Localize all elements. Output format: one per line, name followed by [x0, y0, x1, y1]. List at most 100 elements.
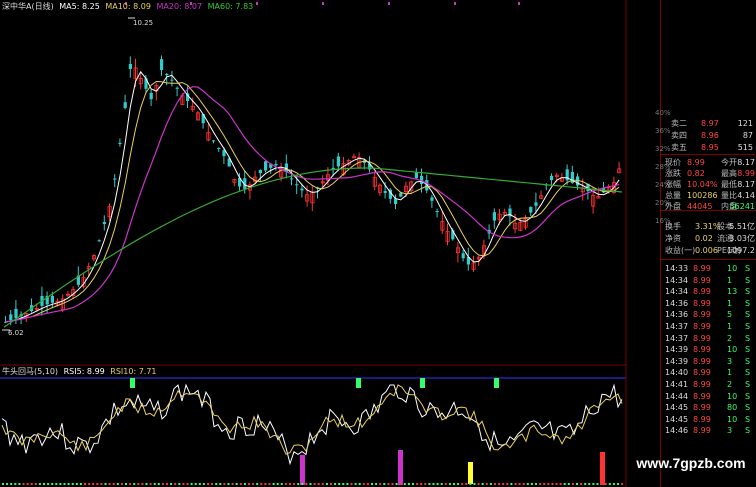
signal-dot — [174, 483, 177, 485]
signal-dot — [428, 483, 431, 485]
signal-dot — [584, 483, 587, 485]
candle-body-down — [383, 191, 387, 193]
rsi5-value: RSI5: 8.99 — [63, 367, 105, 376]
tick-side: S — [745, 391, 751, 401]
stock-title: 深中华A(日线) — [2, 2, 54, 11]
quote-label: 最低 — [721, 180, 737, 189]
stat-row: 换手 3.31% 股本 5.51亿 — [665, 221, 755, 232]
tick-time: 14:46 — [665, 426, 689, 436]
tick-time: 14:45 — [665, 414, 689, 424]
signal-dot — [166, 483, 168, 485]
tick-price: 8.99 — [693, 287, 711, 297]
candle-body-down — [399, 192, 403, 197]
divider — [660, 259, 756, 260]
signal-dot — [92, 483, 95, 485]
signal-dot — [358, 483, 361, 485]
signal-dot — [600, 483, 603, 485]
signal-dot — [30, 483, 33, 485]
signal-dot — [592, 483, 595, 485]
signal-dot — [280, 483, 283, 485]
quote-label: 涨跌 — [665, 169, 681, 178]
signal-dot — [84, 483, 86, 485]
candle-body-down — [529, 206, 533, 213]
signal-dot — [539, 483, 542, 485]
tick-row: 14:45 8.99 10 S — [665, 414, 755, 425]
signal-dot — [551, 483, 554, 485]
signal-dot — [194, 483, 197, 485]
signal-dot — [149, 483, 152, 485]
tick-volume: 2 — [727, 333, 733, 343]
signal-dot — [88, 483, 91, 485]
signal-dot — [186, 483, 189, 485]
quote-label: 总量 — [665, 191, 681, 200]
tick-side: S — [745, 345, 751, 355]
signal-dot — [153, 483, 156, 485]
signal-dot — [588, 483, 591, 485]
tick-price: 8.99 — [693, 356, 711, 366]
candle-body-down — [97, 240, 101, 242]
sell-signal-bar — [300, 455, 305, 485]
signal-dot — [481, 483, 484, 485]
stat-row: 净资 0.02 流通 3.03亿 — [665, 233, 755, 244]
candle-body-down — [290, 178, 294, 180]
signal-dot — [34, 483, 37, 485]
candle-body-down — [50, 295, 54, 303]
signal-dot — [2, 483, 4, 485]
signal-dot — [391, 483, 394, 485]
tick-volume: 1 — [727, 368, 733, 378]
signal-dot — [170, 483, 173, 485]
tick-row: 14:34 8.99 13 S — [665, 286, 755, 297]
signal-dot — [305, 483, 308, 485]
tick-side: S — [745, 356, 751, 366]
candle-body-down — [14, 308, 18, 319]
buy-signal-bar — [130, 378, 135, 388]
signal-dot — [207, 483, 209, 485]
candle-body-down — [430, 197, 434, 201]
ma5-value: MA5: 8.25 — [59, 2, 100, 11]
sell-volume: 87 — [742, 131, 753, 140]
tick-side: S — [745, 426, 751, 436]
signal-dot — [14, 483, 17, 485]
candle-body-down — [170, 79, 174, 81]
tick-time: 14:44 — [665, 391, 689, 401]
signal-dot — [137, 483, 140, 485]
candle-body-down — [217, 148, 221, 150]
tick-row: 14:44 8.99 10 S — [665, 391, 755, 402]
tick-price: 8.99 — [693, 380, 711, 389]
tick-price: 8.99 — [693, 426, 711, 436]
ma10-value: MA10: 8.09 — [105, 2, 151, 11]
signal-dot — [43, 483, 45, 485]
tick-time: 14:36 — [665, 298, 689, 308]
signal-dot — [313, 483, 316, 485]
signal-dot — [157, 483, 160, 485]
signal-dot — [494, 483, 496, 485]
signal-dot — [51, 483, 54, 485]
kline-chart[interactable]: 10.25 6.02 — [0, 0, 660, 487]
signal-dot — [182, 483, 185, 485]
signal-dot — [416, 483, 419, 485]
signal-dot — [346, 483, 349, 485]
signal-dot — [387, 483, 390, 485]
candle-body-down — [550, 175, 554, 180]
signal-dot — [366, 483, 369, 485]
candle-body-down — [461, 253, 465, 259]
signal-dot — [38, 483, 41, 485]
signal-dot — [596, 483, 599, 485]
signal-dot — [518, 483, 521, 485]
signal-dot — [215, 483, 218, 485]
candle-body-down — [258, 170, 262, 174]
signal-dot — [309, 483, 312, 485]
signal-dot — [227, 483, 230, 485]
tick-volume: 1 — [727, 322, 733, 331]
sell-volume: 515 — [737, 143, 753, 152]
signal-dot — [293, 483, 296, 485]
signal-dot — [256, 483, 259, 485]
sell-row: 卖四 8.96 87 — [665, 130, 755, 141]
signal-dot — [260, 483, 263, 485]
quote-row: 涨跌 0.82 最高 8.99 — [665, 168, 755, 179]
tick-volume: 10 — [727, 264, 738, 273]
tick-row: 14:33 8.99 10 S — [665, 263, 755, 274]
signal-dot — [301, 483, 304, 485]
watermark: www.7gpzb.com — [636, 455, 746, 471]
tick-row: 14:39 8.99 10 S — [665, 344, 755, 355]
